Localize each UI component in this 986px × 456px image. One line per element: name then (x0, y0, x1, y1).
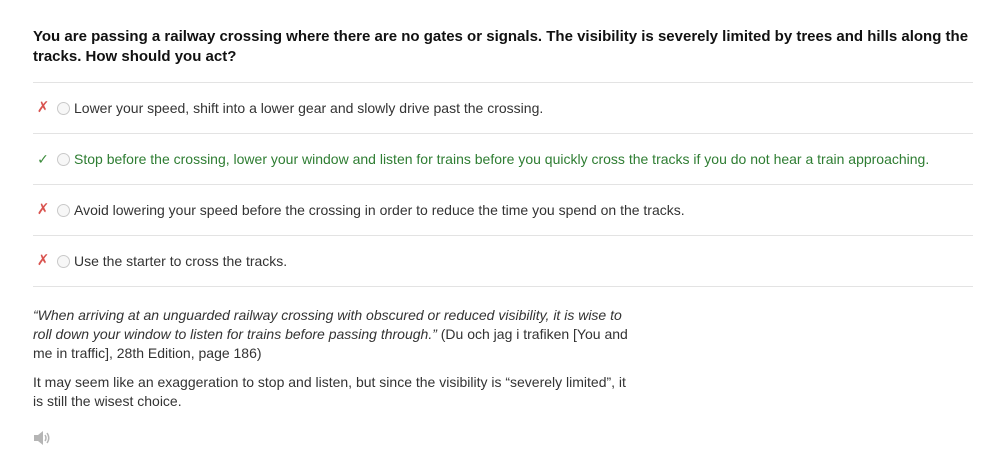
answer-options: ✗ Lower your speed, shift into a lower g… (33, 82, 973, 287)
answer-option-label: Avoid lowering your speed before the cro… (74, 202, 685, 218)
explanation-quote-paragraph: “When arriving at an unguarded railway c… (33, 306, 633, 363)
explanation-note: It may seem like an exaggeration to stop… (33, 374, 626, 409)
answer-option-1[interactable]: ✗ Lower your speed, shift into a lower g… (33, 83, 973, 134)
answer-option-4[interactable]: ✗ Use the starter to cross the tracks. (33, 236, 973, 287)
wrong-mark-icon: ✗ (36, 252, 50, 269)
answer-option-label: Lower your speed, shift into a lower gea… (74, 100, 544, 116)
question-text: You are passing a railway crossing where… (33, 28, 969, 65)
wrong-mark-icon: ✗ (36, 201, 50, 218)
correct-mark-icon: ✓ (37, 151, 49, 167)
radio-button[interactable] (57, 153, 70, 166)
explanation: “When arriving at an unguarded railway c… (33, 306, 633, 421)
speaker-icon[interactable] (33, 430, 51, 446)
radio-button[interactable] (57, 102, 70, 115)
radio-button[interactable] (57, 255, 70, 268)
answer-option-label: Stop before the crossing, lower your win… (74, 151, 930, 167)
answer-option-2[interactable]: ✓ Stop before the crossing, lower your w… (33, 134, 973, 185)
radio-button[interactable] (57, 204, 70, 217)
wrong-mark-icon: ✗ (36, 99, 50, 116)
answer-option-label: Use the starter to cross the tracks. (74, 253, 288, 269)
answer-option-3[interactable]: ✗ Avoid lowering your speed before the c… (33, 185, 973, 236)
